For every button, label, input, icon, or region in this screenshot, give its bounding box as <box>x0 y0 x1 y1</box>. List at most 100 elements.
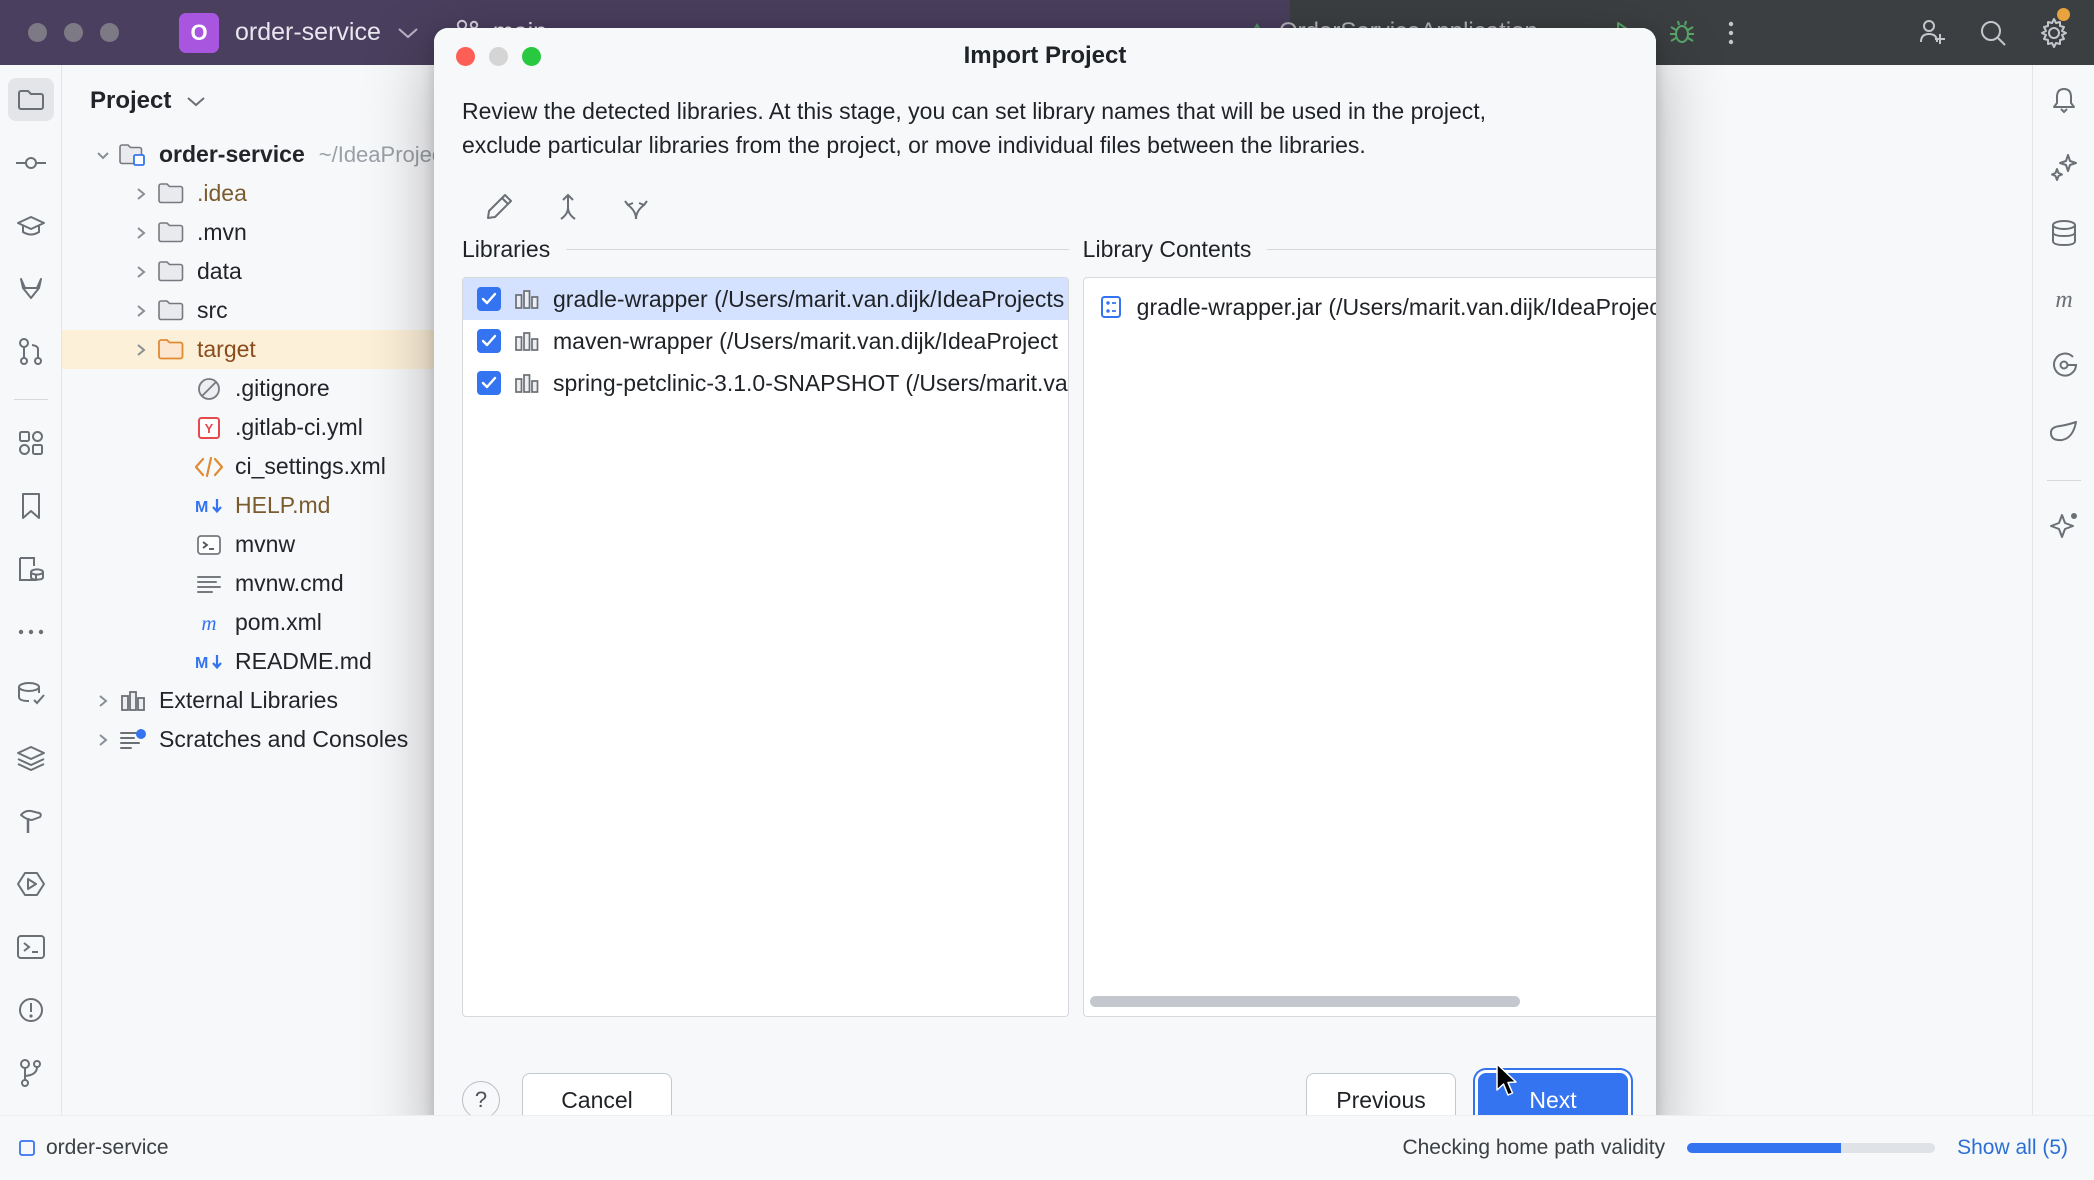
sidebar-item-structure[interactable] <box>8 422 54 465</box>
tree-row-label: README.md <box>235 648 372 674</box>
sidebar-item-gitlab[interactable] <box>8 267 54 310</box>
search-icon[interactable] <box>1978 18 2008 48</box>
library-label: spring-petclinic-3.1.0-SNAPSHOT (/Users/… <box>553 369 1068 396</box>
chevron-down-icon[interactable] <box>185 94 207 108</box>
sidebar-item-run[interactable] <box>8 863 54 906</box>
tree-row-label: .gitlab-ci.yml <box>235 414 363 440</box>
chevron-right-icon[interactable] <box>128 302 154 320</box>
sidebar-item-version-control[interactable] <box>8 1052 54 1095</box>
left-tool-stripe <box>0 65 62 1115</box>
folder-icon <box>154 182 188 206</box>
status-bar: order-service Checking home path validity… <box>0 1115 2094 1180</box>
add-user-icon[interactable] <box>1916 18 1948 48</box>
library-list-item[interactable]: gradle-wrapper (/Users/marit.van.dijk/Id… <box>463 278 1068 320</box>
status-right: Checking home path validity Show all (5) <box>1402 1136 2068 1160</box>
database-icon[interactable] <box>2041 210 2087 256</box>
sidebar-item-commit[interactable] <box>8 141 54 184</box>
folder-icon <box>154 221 188 245</box>
window-traffic-lights[interactable] <box>28 23 119 42</box>
library-checkbox[interactable] <box>477 371 501 395</box>
show-all-link[interactable]: Show all (5) <box>1957 1136 2068 1160</box>
right-tool-stripe: m <box>2032 65 2094 1115</box>
chevron-right-icon[interactable] <box>128 224 154 242</box>
chevron-right-icon[interactable] <box>128 263 154 281</box>
tree-row-label: target <box>197 336 256 362</box>
tree-row-label: mvnw <box>235 531 296 557</box>
library-content-label: gradle-wrapper.jar (/Users/marit.van.dij… <box>1136 293 1656 320</box>
chevron-right-icon[interactable] <box>128 341 154 359</box>
library-checkbox[interactable] <box>477 329 501 353</box>
chevron-right-icon[interactable] <box>90 731 116 749</box>
module-icon <box>18 1139 36 1157</box>
libraries-list[interactable]: gradle-wrapper (/Users/marit.van.dijk/Id… <box>462 277 1069 1017</box>
spring-leaf-icon[interactable] <box>2041 408 2087 454</box>
xml-icon <box>192 455 226 479</box>
tree-row-label: .mvn <box>197 219 247 245</box>
minimize-window-button[interactable] <box>64 23 83 42</box>
sidebar-item-terminal[interactable] <box>8 926 54 969</box>
dialog-title-bar: Import Project <box>434 28 1656 84</box>
library-content-item[interactable]: gradle-wrapper.jar (/Users/marit.van.dij… <box>1084 286 1656 328</box>
gradle-icon[interactable] <box>2041 342 2087 388</box>
library-contents-pane-title: Library Contents <box>1082 236 1252 262</box>
maximize-window-button[interactable] <box>100 23 119 42</box>
sidebar-item-database[interactable] <box>8 674 54 717</box>
pencil-icon[interactable] <box>484 192 514 222</box>
sidebar-item-problems[interactable] <box>8 989 54 1032</box>
tree-row-label: HELP.md <box>235 492 331 518</box>
chevron-down-icon[interactable] <box>397 26 419 40</box>
notifications-bell-icon[interactable] <box>2041 78 2087 124</box>
library-label: maven-wrapper (/Users/marit.van.dijk/Ide… <box>553 327 1058 354</box>
sidebar-item-layers[interactable] <box>8 737 54 780</box>
library-contents-list[interactable]: gradle-wrapper.jar (/Users/marit.van.dij… <box>1082 277 1656 1017</box>
update-indicator-dot[interactable] <box>2057 8 2070 21</box>
split-arrows-icon[interactable] <box>622 192 650 222</box>
library-panes: Libraries gradle-wrapper (/Users/marit.v… <box>462 236 1656 1017</box>
merge-up-icon[interactable] <box>554 192 582 222</box>
tree-row-label: .gitignore <box>235 375 330 401</box>
svg-text:M: M <box>195 655 208 672</box>
sidebar-item-project[interactable] <box>7 78 54 121</box>
library-icon <box>514 287 540 311</box>
help-button[interactable]: ? <box>462 1081 500 1119</box>
sidebar-item-bookmarks[interactable] <box>8 485 54 528</box>
sidebar-item-build[interactable] <box>8 800 54 843</box>
project-name-label[interactable]: order-service <box>235 18 381 47</box>
sidebar-item-pull-requests[interactable] <box>8 330 54 373</box>
chevron-right-icon[interactable] <box>90 692 116 710</box>
chevron-right-icon[interactable] <box>128 185 154 203</box>
settings-icon[interactable] <box>2038 17 2070 49</box>
debug-icon[interactable] <box>1668 19 1696 47</box>
sidebar-item-learn[interactable] <box>8 204 54 247</box>
library-list-item[interactable]: maven-wrapper (/Users/marit.van.dijk/Ide… <box>463 320 1068 362</box>
sidebar-item-more[interactable] <box>8 611 54 654</box>
status-project[interactable]: order-service <box>18 1136 169 1160</box>
libraries-pane: Libraries gradle-wrapper (/Users/marit.v… <box>462 236 1069 1017</box>
more-options-icon[interactable] <box>1726 19 1736 47</box>
stripe-divider <box>13 399 48 400</box>
chevron-down-icon[interactable] <box>90 147 116 163</box>
library-list-item[interactable]: spring-petclinic-3.1.0-SNAPSHOT (/Users/… <box>463 362 1068 404</box>
status-progress-bar[interactable] <box>1687 1143 1936 1153</box>
maven-m-icon[interactable]: m <box>2041 276 2087 322</box>
library-checkbox[interactable] <box>477 287 501 311</box>
library-icon <box>514 371 540 395</box>
markdown-icon: M <box>192 651 226 673</box>
divider <box>566 249 1069 250</box>
library-icon <box>514 329 540 353</box>
tree-row-label: pom.xml <box>235 609 322 635</box>
folder-orange-icon <box>154 338 188 362</box>
tree-row-label: src <box>197 297 228 323</box>
shell-script-icon <box>192 533 226 557</box>
svg-text:m: m <box>201 611 216 635</box>
tree-row-label: Scratches and Consoles <box>159 726 409 752</box>
ai-assistant-icon[interactable] <box>2041 503 2087 549</box>
title-bar-actions <box>1610 0 2070 65</box>
svg-text:M: M <box>195 499 208 516</box>
sidebar-item-database-files[interactable] <box>8 548 54 591</box>
sparkles-icon[interactable] <box>2041 144 2087 190</box>
horizontal-scrollbar[interactable] <box>1089 996 1520 1007</box>
svg-text:m: m <box>2055 287 2072 313</box>
maven-pom-icon: m <box>192 611 226 635</box>
close-window-button[interactable] <box>28 23 47 42</box>
